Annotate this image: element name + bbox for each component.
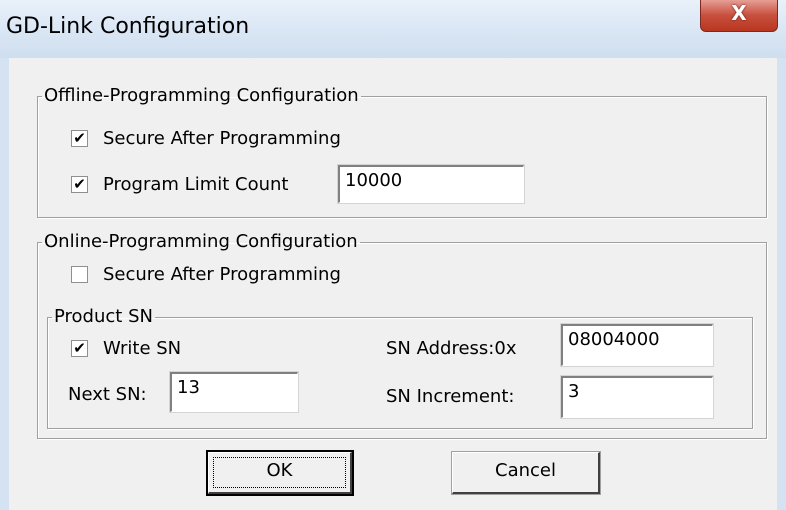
program-limit-checkbox[interactable]: ✔ (71, 176, 88, 193)
sn-address-label: SN Address:0x (386, 338, 517, 359)
program-limit-label: Program Limit Count (103, 174, 289, 195)
next-sn-input[interactable]: 13 (169, 371, 299, 413)
window-frame-right (777, 58, 786, 510)
online-group-legend: Online-Programming Configuration (44, 231, 358, 252)
checkmark-icon: ✔ (73, 129, 86, 147)
close-button[interactable]: X (700, 0, 778, 32)
offline-secure-label: Secure After Programming (103, 128, 341, 149)
offline-secure-checkbox[interactable]: ✔ (71, 130, 88, 147)
cancel-button[interactable]: Cancel (451, 451, 601, 495)
focus-rectangle (213, 457, 346, 488)
product-sn-legend: Product SN (54, 306, 153, 327)
close-icon: X (731, 1, 747, 25)
program-limit-count-input[interactable]: 10000 (337, 164, 525, 204)
offline-group-legend: Offline-Programming Configuration (44, 85, 359, 106)
window-title: GD-Link Configuration (6, 14, 250, 39)
checkmark-icon: ✔ (73, 339, 86, 357)
sn-address-input[interactable]: 08004000 (560, 323, 714, 367)
cancel-button-label: Cancel (495, 460, 556, 481)
write-sn-label: Write SN (103, 338, 182, 359)
write-sn-checkbox[interactable]: ✔ (71, 340, 88, 357)
next-sn-label: Next SN: (68, 384, 147, 405)
sn-increment-input[interactable]: 3 (560, 375, 714, 419)
ok-button[interactable]: OK (206, 450, 354, 496)
window-frame-left (0, 58, 9, 510)
online-secure-label: Secure After Programming (103, 264, 341, 285)
checkmark-icon: ✔ (73, 175, 86, 193)
online-secure-checkbox[interactable] (71, 266, 88, 283)
sn-increment-label: SN Increment: (386, 386, 515, 407)
